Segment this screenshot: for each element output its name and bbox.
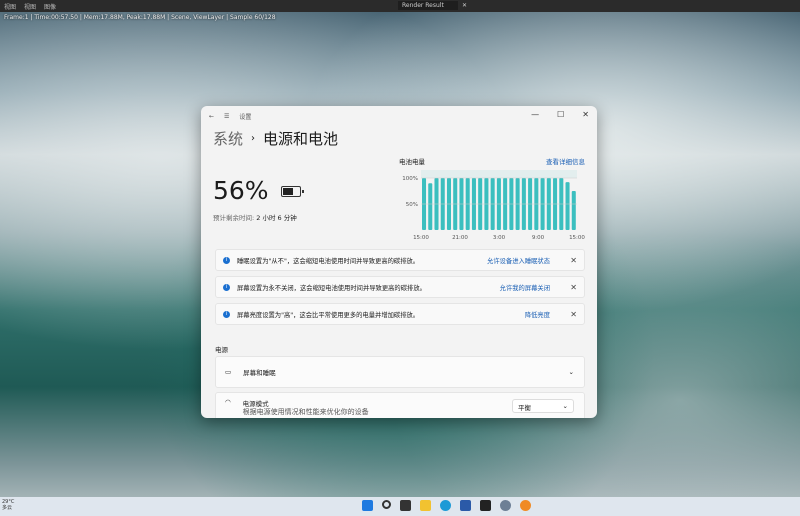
file-explorer-icon[interactable]: [420, 500, 431, 511]
notice-action[interactable]: 允许设备进入睡眠状态: [487, 256, 550, 265]
notice-bar: i 睡眠设置为"从不"，这会缩短电池使用时间并导致更高的碳排放。 允许设备进入睡眠状…: [215, 249, 585, 271]
y-tick-label: 50%: [406, 202, 418, 208]
x-tick-label: 15:00: [569, 235, 585, 241]
weather-widget[interactable]: 29°C 多云: [2, 499, 14, 511]
window-title: 设置: [239, 113, 252, 121]
info-icon: i: [223, 283, 230, 291]
chart-bar: [565, 182, 570, 230]
gauge-icon: ◠: [225, 398, 231, 406]
menu-view2[interactable]: 视图: [24, 2, 36, 11]
remaining-time: 预计剩余时间: 2 小时 6 分钟: [213, 212, 297, 222]
screen-sleep-label: 屏幕和睡眠: [243, 369, 276, 377]
chevron-down-icon[interactable]: ⌄: [569, 368, 574, 376]
chart-bar: [428, 183, 433, 230]
store-icon[interactable]: [460, 500, 471, 511]
notice-text: 屏幕亮度设置为"高"，这会比平常使用更多的电量并增加碳排放。: [237, 311, 420, 319]
dismiss-icon[interactable]: ✕: [570, 310, 577, 319]
back-icon[interactable]: ←: [209, 113, 214, 120]
power-mode-label: 电源模式: [242, 400, 269, 408]
screen-sleep-row[interactable]: ▭ 屏幕和睡眠 ⌄: [215, 356, 585, 388]
notice-text: 睡眠设置为"从不"，这会缩短电池使用时间并导致更高的碳排放。: [237, 257, 420, 265]
battery-chart: 电池电量 查看详细信息 100% 50% 15:00 21:00 3:00 9:00 15:…: [399, 152, 585, 244]
edge-icon[interactable]: [440, 500, 451, 511]
image-name-field[interactable]: Render Result: [398, 1, 458, 10]
screen-icon: ▭: [225, 368, 232, 376]
x-tick-label: 3:00: [493, 235, 506, 241]
charging-band: [421, 170, 577, 178]
x-tick-label: 21:00: [452, 235, 468, 241]
close-icon[interactable]: ✕: [462, 2, 467, 9]
breadcrumb: 系统 › 电源和电池: [213, 128, 339, 149]
power-mode-row: ◠ 电源模式 根据电源使用情况和性能来优化你的设备 平衡 ⌄: [215, 392, 585, 418]
weather-text: 多云: [2, 505, 13, 511]
render-status: Frame:1 | Time:00:57.50 | Mem:17.88M, Pe…: [4, 14, 276, 21]
blender-icon[interactable]: [520, 500, 531, 511]
battery-percent: 56%: [213, 176, 269, 205]
minimize-button[interactable]: —: [531, 110, 539, 119]
x-tick-label: 9:00: [532, 235, 545, 241]
menu-image[interactable]: 图像: [44, 2, 56, 11]
notice-action[interactable]: 降低亮度: [525, 310, 550, 319]
search-icon[interactable]: [382, 500, 391, 509]
breadcrumb-parent[interactable]: 系统: [213, 128, 243, 149]
settings-window: ← ☰ 设置 — ☐ ✕ 系统 › 电源和电池 56% 预计剩余时间: 2 小时 6 分钟 …: [201, 106, 597, 418]
remaining-label: 预计剩余时间:: [213, 214, 255, 222]
chart-bar: [571, 191, 576, 230]
dismiss-icon[interactable]: ✕: [570, 283, 577, 292]
power-mode-desc: 根据电源使用情况和性能来优化你的设备: [242, 408, 369, 416]
notice-text: 屏幕设置为永不关闭，这会缩短电池使用时间并导致更高的碳排放。: [237, 284, 426, 292]
battery-icon: [281, 186, 304, 197]
taskbar: 29°C 多云: [0, 497, 800, 516]
notice-action[interactable]: 允许我的屏幕关闭: [500, 283, 550, 292]
app-g-icon[interactable]: [480, 500, 491, 511]
menu-view[interactable]: 视图: [4, 2, 16, 11]
y-tick-label: 100%: [402, 176, 418, 182]
remaining-value: 2 小时 6 分钟: [256, 214, 297, 222]
close-button[interactable]: ✕: [582, 110, 589, 119]
power-mode-select[interactable]: 平衡 ⌄: [512, 399, 574, 413]
start-icon[interactable]: [362, 500, 373, 511]
notice-bar: i 屏幕设置为永不关闭，这会缩短电池使用时间并导致更高的碳排放。 允许我的屏幕关闭 ✕: [215, 276, 585, 298]
menu-icon[interactable]: ☰: [224, 113, 229, 120]
task-view-icon[interactable]: [400, 500, 411, 511]
notice-bar: i 屏幕亮度设置为"高"，这会比平常使用更多的电量并增加碳排放。 降低亮度 ✕: [215, 303, 585, 325]
dismiss-icon[interactable]: ✕: [570, 256, 577, 265]
info-icon: i: [223, 310, 230, 318]
page-title: 电源和电池: [263, 130, 339, 148]
settings-gear-icon[interactable]: [500, 500, 511, 511]
image-selector[interactable]: Render Result ✕: [398, 1, 467, 10]
section-power: 电源: [215, 346, 228, 354]
info-icon: i: [223, 256, 230, 264]
x-tick-label: 15:00: [413, 235, 429, 241]
maximize-button[interactable]: ☐: [557, 110, 564, 119]
